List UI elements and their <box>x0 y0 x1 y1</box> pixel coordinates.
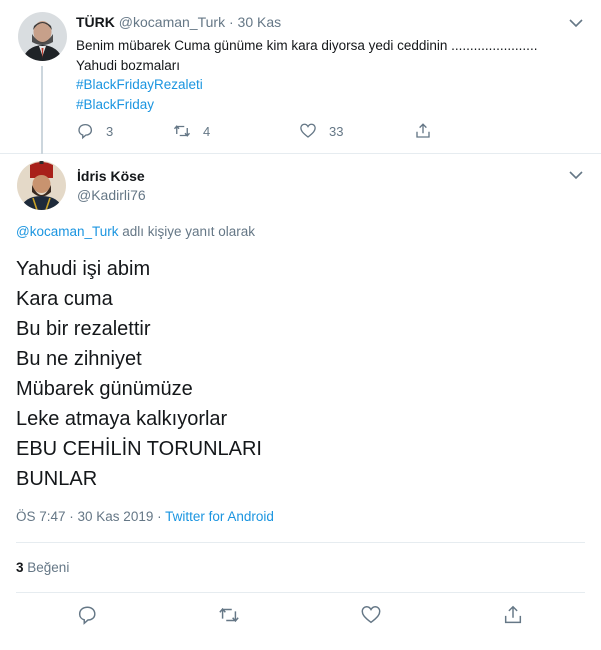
retweet-count: 4 <box>203 123 211 139</box>
parent-display-name[interactable]: TÜRK <box>76 14 115 30</box>
tweet-meta: ÖS 7:47 · 30 Kas 2019 · Twitter for Andr… <box>16 509 274 524</box>
like-button[interactable] <box>360 604 382 626</box>
divider <box>16 542 585 543</box>
like-icon <box>300 123 316 138</box>
likes-summary[interactable]: 3 Beğeni <box>16 560 69 575</box>
retweet-icon <box>173 125 191 137</box>
share-button[interactable] <box>502 604 524 626</box>
author-handle[interactable]: @Kadirli76 <box>77 187 146 203</box>
chevron-down-icon[interactable] <box>569 18 583 28</box>
tweet-text-line: Leke atmaya kalkıyorlar <box>16 408 228 430</box>
thread-line <box>41 66 43 154</box>
replying-to: @kocaman_Turk adlı kişiye yanıt olarak <box>16 224 255 239</box>
retweet-button[interactable]: 4 <box>173 122 299 140</box>
tweet-text-line: Yahudi işi abim <box>16 258 151 280</box>
parent-body-line: Yahudi bozmaları <box>76 57 181 73</box>
share-icon <box>416 123 430 138</box>
retweet-icon <box>219 607 239 623</box>
reply-count: 3 <box>106 123 114 139</box>
retweet-button[interactable] <box>218 604 240 626</box>
author-avatar-image <box>17 161 66 210</box>
tweet-text-line: Mübarek günümüze <box>16 378 193 400</box>
parent-actions: 3 4 33 <box>76 122 432 140</box>
like-count: 33 <box>329 123 344 139</box>
author-display-name[interactable]: İdris Köse <box>77 168 145 184</box>
tweet-source[interactable]: Twitter for Android <box>165 509 274 524</box>
hashtag-link[interactable]: #BlackFriday <box>76 95 581 115</box>
tweet-text-line: BUNLAR <box>16 468 98 490</box>
tweet-text-line: Bu ne zihniyet <box>16 348 142 370</box>
tweet-text-line: Bu bir rezalettir <box>16 318 151 340</box>
parent-tweet[interactable]: TÜRK @kocaman_Turk · 30 Kas Benim mübare… <box>0 0 601 154</box>
parent-tweet-header: TÜRK @kocaman_Turk · 30 Kas <box>76 14 281 30</box>
main-tweet: İdris Köse @Kadirli76 @kocaman_Turk adlı… <box>0 154 601 650</box>
like-button[interactable]: 33 <box>299 122 414 140</box>
reply-button[interactable]: 3 <box>76 122 173 140</box>
header-separator: · <box>228 14 234 30</box>
share-button[interactable] <box>414 122 432 140</box>
like-icon <box>361 606 381 624</box>
share-icon <box>504 605 522 624</box>
parent-tweet-body: Benim mübarek Cuma günüme kim kara diyor… <box>76 36 581 114</box>
parent-body-line: Benim mübarek Cuma günüme kim kara diyor… <box>76 38 538 53</box>
parent-avatar[interactable] <box>18 12 67 61</box>
tweet-timestamp[interactable]: ÖS 7:47 · 30 Kas 2019 <box>16 509 153 524</box>
parent-date[interactable]: 30 Kas <box>238 14 282 30</box>
hashtag-link[interactable]: #BlackFridayRezaleti <box>76 75 581 95</box>
replying-to-handle[interactable]: @kocaman_Turk <box>16 224 119 239</box>
meta-separator: · <box>153 509 166 524</box>
author-avatar[interactable] <box>17 161 66 210</box>
divider <box>16 592 585 593</box>
likes-label: Beğeni <box>27 560 70 575</box>
tweet-text-line: EBU CEHİLİN TORUNLARI <box>16 438 262 460</box>
reply-icon <box>78 606 96 625</box>
chevron-down-icon[interactable] <box>569 170 583 180</box>
likes-count: 3 <box>16 560 24 575</box>
reply-icon <box>78 123 93 140</box>
parent-avatar-image <box>18 12 67 61</box>
tweet-text: Yahudi işi abim Kara cuma Bu bir rezalet… <box>16 254 262 494</box>
reply-button[interactable] <box>76 604 98 626</box>
tweet-text-line: Kara cuma <box>16 288 113 310</box>
parent-handle[interactable]: @kocaman_Turk <box>119 14 225 30</box>
main-actions <box>0 604 601 634</box>
replying-to-suffix: adlı kişiye yanıt olarak <box>118 224 256 239</box>
